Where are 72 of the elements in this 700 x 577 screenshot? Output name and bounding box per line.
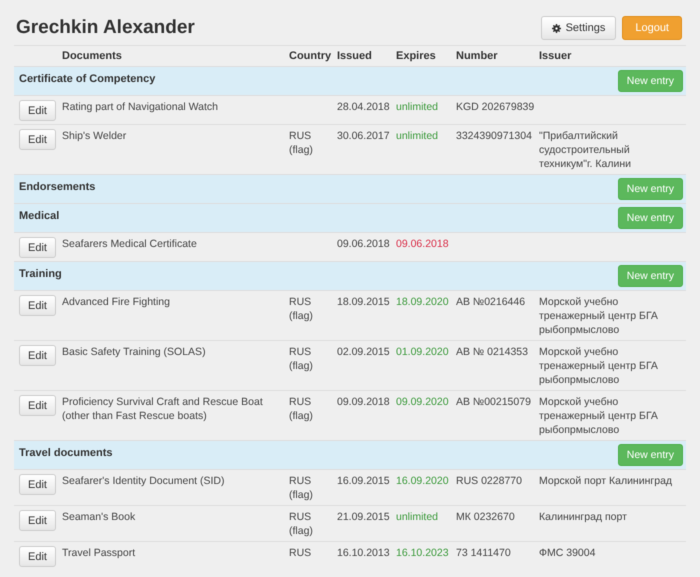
issuer-cell-text: "Прибалтийский судостроительный техникум"г. Калини bbox=[539, 129, 632, 171]
section-title: Certificate of Competency bbox=[19, 72, 156, 85]
page-title: Grechkin Alexander bbox=[16, 17, 196, 39]
column-header: Issuer bbox=[539, 50, 572, 62]
document-number: 3324390971304 bbox=[456, 129, 533, 144]
section-title: Travel documents bbox=[19, 446, 113, 459]
column-header: Documents bbox=[62, 50, 123, 62]
expiry-date: 09.09.2020 bbox=[396, 395, 450, 410]
edit-button[interactable]: Edit bbox=[19, 295, 56, 316]
column-header: Issued bbox=[337, 50, 373, 62]
edit-button[interactable]: Edit bbox=[19, 395, 56, 416]
document-name: Proficiency Survival Craft and Rescue Boat (other than Fast Rescue boats) bbox=[62, 395, 264, 424]
edit-button[interactable]: Edit bbox=[19, 100, 56, 121]
expiry-date: 18.09.2020 bbox=[396, 295, 450, 310]
document-name: Travel Passport bbox=[62, 546, 136, 561]
expiry-date: unlimited bbox=[396, 129, 440, 144]
edit-button[interactable]: Edit bbox=[19, 345, 56, 366]
edit-button[interactable]: Edit bbox=[19, 510, 56, 531]
edit-button[interactable]: Edit bbox=[19, 474, 56, 495]
issued-date: 16.09.2015 bbox=[337, 474, 391, 489]
document-number: 73 1411470 bbox=[456, 546, 512, 561]
document-number: АВ № 0214353 bbox=[456, 345, 529, 360]
document-name: Advanced Fire Fighting bbox=[62, 295, 171, 310]
document-name: Seaman's Book bbox=[62, 510, 136, 525]
issuer-cell-text: Морской учебно тренажерный центр БГА рыбопрмыслово bbox=[539, 295, 659, 337]
issuer-cell-text: ФМС 39004 bbox=[539, 546, 596, 561]
expiry-date: 01.09.2020 bbox=[396, 345, 450, 360]
issued-date: 30.06.2017 bbox=[337, 129, 391, 144]
edit-button[interactable]: Edit bbox=[19, 546, 56, 567]
column-header: Number bbox=[456, 50, 499, 62]
issued-date: 18.09.2015 bbox=[337, 295, 391, 310]
document-number: RUS 0228770 bbox=[456, 474, 523, 489]
document-name: Basic Safety Training (SOLAS) bbox=[62, 345, 207, 360]
gear-icon bbox=[552, 24, 561, 32]
settings-button[interactable]: Settings bbox=[540, 16, 616, 40]
column-header: Expires bbox=[396, 50, 437, 62]
issued-date: 09.09.2018 bbox=[337, 395, 391, 410]
document-number: МК 0232670 bbox=[456, 510, 516, 525]
issuer-cell-text: Калининград порт bbox=[539, 510, 628, 525]
document-number: АВ №0216446 bbox=[456, 295, 526, 310]
expiry-date: unlimited bbox=[396, 100, 440, 115]
issued-date: 02.09.2015 bbox=[337, 345, 391, 360]
issued-date: 21.09.2015 bbox=[337, 510, 391, 525]
issuer-cell-text: Морской учебно тренажерный центр БГА рыбопрмыслово bbox=[539, 395, 659, 437]
issued-date: 28.04.2018 bbox=[337, 100, 391, 115]
document-number: KGD 202679839 bbox=[456, 100, 536, 115]
issued-date: 09.06.2018 bbox=[337, 237, 391, 252]
country-cell-text: RUS (flag) bbox=[289, 395, 314, 424]
expiry-date: 16.09.2020 bbox=[396, 474, 450, 489]
country-cell-text: RUS (flag) bbox=[289, 510, 314, 538]
edit-button[interactable]: Edit bbox=[19, 237, 56, 258]
section-title: Endorsements bbox=[19, 180, 96, 193]
issuer-cell-text: Морской учебно тренажерный центр БГА рыбопрмыслово bbox=[539, 345, 659, 387]
column-header: Country bbox=[289, 50, 332, 62]
country-cell-text: RUS (flag) bbox=[289, 474, 314, 502]
document-number: АВ №00215079 bbox=[456, 395, 532, 410]
country-cell-text: RUS (flag) bbox=[289, 345, 314, 374]
country-cell-text: RUS (flag) bbox=[289, 129, 314, 158]
section-title: Medical bbox=[19, 209, 60, 222]
country-cell-text: RUS (flag) bbox=[289, 295, 314, 324]
edit-button[interactable]: Edit bbox=[19, 129, 56, 150]
document-name: Rating part of Navigational Watch bbox=[62, 100, 220, 115]
document-name: Seafarers Medical Certificate bbox=[62, 237, 198, 252]
expiry-date: unlimited bbox=[396, 510, 440, 525]
issuer-cell-text: Морской порт Калининград bbox=[539, 474, 674, 489]
document-name: Ship's Welder bbox=[62, 129, 128, 144]
section-title: Training bbox=[19, 267, 62, 280]
expiry-date: 09.06.2018 bbox=[396, 237, 450, 252]
country-cell-text: RUS bbox=[289, 546, 312, 561]
document-name: Seafarer's Identity Document (SID) bbox=[62, 474, 226, 489]
expiry-date: 16.10.2023 bbox=[396, 546, 450, 561]
issued-date: 16.10.2013 bbox=[337, 546, 391, 561]
